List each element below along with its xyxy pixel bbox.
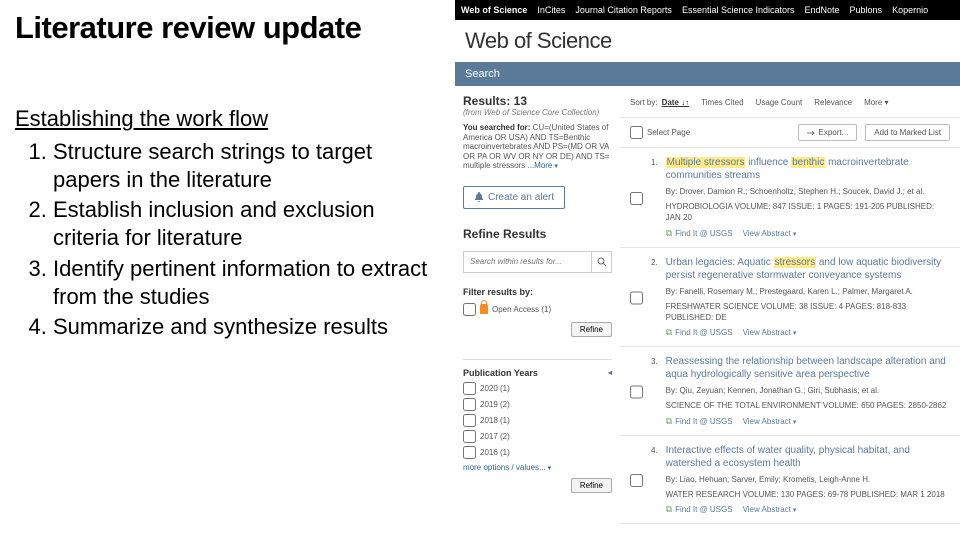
search-within-results[interactable] xyxy=(463,251,612,273)
refine-button-2[interactable]: Refine xyxy=(571,478,612,493)
nav-wos[interactable]: Web of Science xyxy=(461,5,527,15)
result-authors: By: Drover, Damion R.; Schoenholtz, Step… xyxy=(666,186,950,197)
step-1: Structure search strings to target paper… xyxy=(53,138,445,194)
more-years-link[interactable]: more options / values... xyxy=(463,463,612,472)
filter-by-header: Filter results by: xyxy=(463,287,612,297)
result-source: SCIENCE OF THE TOTAL ENVIRONMENT Volume:… xyxy=(666,400,950,411)
web-of-science-app: Web of Science InCites Journal Citation … xyxy=(455,0,960,540)
view-abstract-link[interactable]: View Abstract xyxy=(743,328,797,337)
create-alert-button[interactable]: Create an alert xyxy=(463,186,565,209)
results-count: Results: 13 xyxy=(463,94,612,108)
select-page-checkbox[interactable] xyxy=(630,126,643,139)
sort-times-cited[interactable]: Times Cited xyxy=(701,98,743,107)
view-abstract-link[interactable]: View Abstract xyxy=(743,229,797,238)
bell-icon xyxy=(474,192,484,202)
sort-bar: Sort by: Date ↓↑ Times Cited Usage Count… xyxy=(620,94,960,118)
select-page-label: Select Page xyxy=(647,128,690,137)
result-row: 4. Interactive effects of water quality,… xyxy=(620,436,960,524)
result-source: WATER RESEARCH Volume: 130 Pages: 69-78 … xyxy=(666,489,950,500)
refine-results-header: Refine Results xyxy=(463,227,612,241)
query-more-link[interactable]: ...More xyxy=(527,161,557,170)
search-within-input[interactable] xyxy=(464,257,591,266)
sort-usage-count[interactable]: Usage Count xyxy=(756,98,803,107)
nav-endnote[interactable]: EndNote xyxy=(805,5,840,15)
year-2019-checkbox[interactable] xyxy=(463,398,476,411)
step-4: Summarize and synthesize results xyxy=(53,313,445,341)
result-title-link[interactable]: Reassessing the relationship between lan… xyxy=(666,355,950,381)
step-2: Establish inclusion and exclusion criter… xyxy=(53,196,445,252)
sort-more[interactable]: More ▾ xyxy=(864,98,888,107)
result-title-link[interactable]: Multiple stressors influence benthic mac… xyxy=(666,156,950,182)
year-2016-checkbox[interactable] xyxy=(463,446,476,459)
year-2020-checkbox[interactable] xyxy=(463,382,476,395)
sort-label: Sort by: xyxy=(630,98,658,107)
wos-logo: Web of Science xyxy=(465,28,950,54)
search-query: You searched for: CU=(United States of A… xyxy=(463,123,612,172)
search-tab[interactable]: Search xyxy=(455,62,960,86)
result-source: FRESHWATER SCIENCE Volume: 38 Issue: 4 P… xyxy=(666,301,950,323)
slide-subtitle: Establishing the work flow xyxy=(15,106,445,132)
result-row: 1. Multiple stressors influence benthic … xyxy=(620,148,960,248)
result-row: 3. Reassessing the relationship between … xyxy=(620,347,960,435)
find-it-usgs-link[interactable]: Find It @ USGS xyxy=(666,416,733,427)
result-checkbox[interactable] xyxy=(630,357,643,426)
results-collection: (from Web of Science Core Collection) xyxy=(463,108,612,117)
sort-relevance[interactable]: Relevance xyxy=(814,98,852,107)
result-number: 4. xyxy=(651,446,658,515)
result-authors: By: Fanelli, Rosemary M.; Prestegaard, K… xyxy=(666,286,950,297)
nav-incites[interactable]: InCites xyxy=(537,5,565,15)
result-checkbox[interactable] xyxy=(630,446,643,515)
year-2018-checkbox[interactable] xyxy=(463,414,476,427)
result-source: HYDROBIOLOGIA Volume: 847 Issue: 1 Pages… xyxy=(666,201,950,223)
result-number: 1. xyxy=(651,158,658,239)
year-2017-checkbox[interactable] xyxy=(463,430,476,443)
nav-jcr[interactable]: Journal Citation Reports xyxy=(575,5,672,15)
nav-kopernio[interactable]: Kopernio xyxy=(892,5,928,15)
step-3: Identify pertinent information to extrac… xyxy=(53,255,445,311)
open-access-icon xyxy=(480,304,488,314)
find-it-usgs-link[interactable]: Find It @ USGS xyxy=(666,504,733,515)
refine-button-1[interactable]: Refine xyxy=(571,322,612,337)
export-icon xyxy=(807,129,816,137)
product-nav: Web of Science InCites Journal Citation … xyxy=(455,0,960,20)
sort-date[interactable]: Date ↓↑ xyxy=(662,98,690,107)
result-title-link[interactable]: Urban legacies: Aquatic stressors and lo… xyxy=(666,256,950,282)
nav-publons[interactable]: Publons xyxy=(850,5,883,15)
result-row: 2. Urban legacies: Aquatic stressors and… xyxy=(620,248,960,348)
export-button[interactable]: Export... xyxy=(798,124,858,141)
results-action-bar: Select Page Export... Add to Marked List xyxy=(620,118,960,148)
nav-esi[interactable]: Essential Science Indicators xyxy=(682,5,795,15)
publication-years-header[interactable]: Publication Years xyxy=(463,359,612,378)
result-number: 3. xyxy=(651,357,658,426)
result-authors: By: Qiu, Zeyuan; Kennen, Jonathan G.; Gi… xyxy=(666,385,950,396)
result-number: 2. xyxy=(651,258,658,339)
search-icon[interactable] xyxy=(591,252,611,272)
find-it-usgs-link[interactable]: Find It @ USGS xyxy=(666,327,733,338)
result-title-link[interactable]: Interactive effects of water quality, ph… xyxy=(666,444,950,470)
view-abstract-link[interactable]: View Abstract xyxy=(743,417,797,426)
open-access-label: Open Access (1) xyxy=(492,305,551,314)
open-access-checkbox[interactable] xyxy=(463,303,476,316)
slide-title: Literature review update xyxy=(15,10,445,46)
find-it-usgs-link[interactable]: Find It @ USGS xyxy=(666,228,733,239)
result-authors: By: Liao, Hehuan; Sarver, Emily; Krometi… xyxy=(666,474,950,485)
workflow-steps: Structure search strings to target paper… xyxy=(15,138,445,341)
result-checkbox[interactable] xyxy=(630,258,643,339)
view-abstract-link[interactable]: View Abstract xyxy=(743,505,797,514)
add-to-marked-list-button[interactable]: Add to Marked List xyxy=(865,124,950,141)
publication-years-list: 2020 (1) 2019 (2) 2018 (1) 2017 (2) 2016… xyxy=(463,382,612,459)
result-checkbox[interactable] xyxy=(630,158,643,239)
